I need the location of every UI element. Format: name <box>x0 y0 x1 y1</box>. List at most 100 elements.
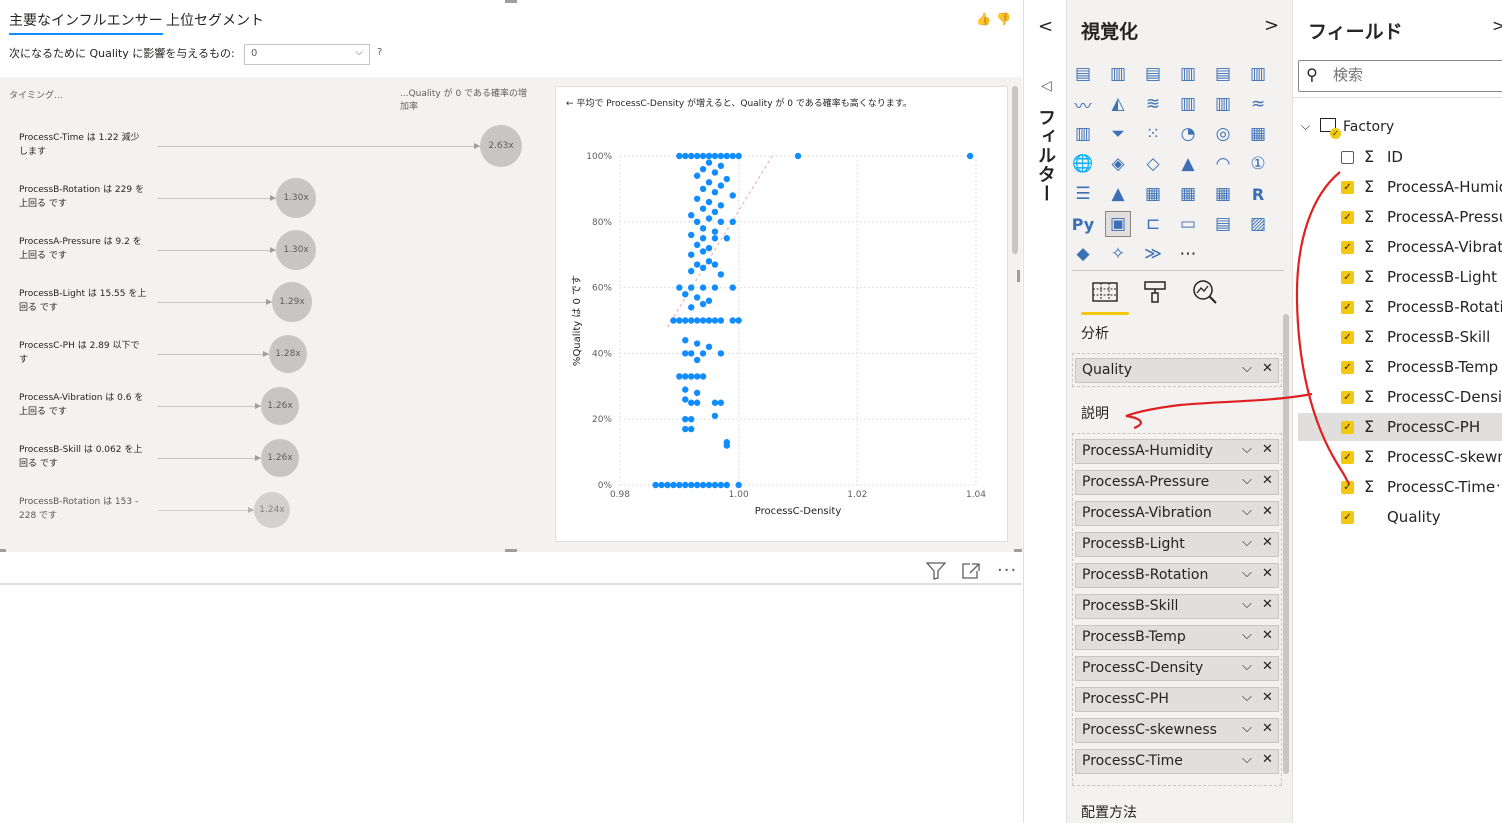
field-checkbox[interactable]: ✓ <box>1341 361 1354 374</box>
slicer-icon[interactable]: ▦ <box>1141 182 1165 206</box>
influencer-row[interactable]: ProcessB-Light は 15.55 を上回る です 1.29x <box>0 276 550 328</box>
map-icon[interactable]: 🌐 <box>1071 152 1095 176</box>
explain-field-item[interactable]: ProcessC-Density ⌵ ✕ <box>1075 656 1279 681</box>
influencer-row[interactable]: ProcessC-Time は 1.22 減少します 2.63x <box>0 120 550 172</box>
help-icon[interactable]: ? <box>377 47 382 58</box>
matrix-icon[interactable]: ▦ <box>1211 182 1235 206</box>
influencer-row[interactable]: ProcessA-Pressure は 9.2 を上回る です 1.30x <box>0 224 550 276</box>
table-name[interactable]: Factory <box>1343 119 1394 135</box>
like-icon[interactable]: 👍 <box>976 12 991 26</box>
decomposition-tree-icon[interactable]: ⊏ <box>1141 212 1165 236</box>
filter-icon[interactable] <box>925 562 947 584</box>
chevron-right-icon[interactable]: > <box>1492 16 1502 35</box>
smart-narrative-icon[interactable]: ▨ <box>1246 212 1270 236</box>
resize-handle[interactable] <box>505 549 517 552</box>
more-options-icon[interactable]: ··· <box>997 560 1017 581</box>
chevron-down-icon[interactable]: ⌵ <box>1242 535 1252 550</box>
shape-map-icon[interactable]: ◇ <box>1141 152 1165 176</box>
gauge-icon[interactable]: ◠ <box>1211 152 1235 176</box>
field-checkbox[interactable]: ✓ <box>1341 511 1354 524</box>
analyze-field-item[interactable]: Quality ⌵ ✕ <box>1075 358 1279 383</box>
chevron-down-icon[interactable]: ⌵ <box>1242 597 1252 612</box>
treemap-icon[interactable]: ▦ <box>1246 122 1270 146</box>
explain-field-item[interactable]: ProcessB-Skill ⌵ ✕ <box>1075 594 1279 619</box>
influencer-row[interactable]: ProcessB-Rotation は 153 - 228 です 1.24x <box>0 484 550 536</box>
explain-field-item[interactable]: ProcessC-PH ⌵ ✕ <box>1075 687 1279 712</box>
close-icon[interactable]: ✕ <box>1262 442 1273 457</box>
explain-field-item[interactable]: ProcessC-skewness ⌵ ✕ <box>1075 718 1279 743</box>
close-icon[interactable]: ✕ <box>1262 721 1273 736</box>
field-checkbox[interactable]: ✓ <box>1341 241 1354 254</box>
close-icon[interactable]: ✕ <box>1262 535 1273 550</box>
dislike-icon[interactable]: 👎 <box>996 12 1011 26</box>
focus-mode-icon[interactable] <box>961 562 981 584</box>
clustered-column-icon[interactable]: ▥ <box>1176 62 1200 86</box>
resize-handle[interactable] <box>1014 549 1022 552</box>
field-checkbox[interactable]: ✓ <box>1341 271 1354 284</box>
explain-field-item[interactable]: ProcessA-Vibration ⌵ ✕ <box>1075 501 1279 526</box>
influencer-row[interactable]: ProcessB-Skill は 0.062 を上回る です 1.26x <box>0 432 550 484</box>
influencer-row[interactable]: ProcessA-Vibration は 0.6 を上回る です 1.26x <box>0 380 550 432</box>
donut-icon[interactable]: ◎ <box>1211 122 1235 146</box>
close-icon[interactable]: ✕ <box>1262 597 1273 612</box>
field-checkbox[interactable]: ✓ <box>1341 301 1354 314</box>
ai-visual-icon[interactable]: ≫ <box>1141 242 1165 266</box>
tab-key-influencers[interactable]: 主要なインフルエンサー <box>9 10 163 35</box>
chevron-down-icon[interactable]: ⌵ <box>1242 504 1252 519</box>
scatter-icon[interactable]: ⁙ <box>1141 122 1165 146</box>
waterfall-icon[interactable]: ▥ <box>1071 122 1095 146</box>
line-clustered-icon[interactable]: ▥ <box>1211 92 1235 116</box>
power-automate-icon[interactable]: ✧ <box>1106 242 1130 266</box>
100pct-column-icon[interactable]: ▥ <box>1246 62 1270 86</box>
azure-map-icon[interactable]: ▲ <box>1176 152 1200 176</box>
paginated-icon[interactable]: ▤ <box>1211 212 1235 236</box>
field-checkbox[interactable]: ✓ <box>1341 331 1354 344</box>
chevron-down-icon[interactable]: ⌵ <box>1242 690 1252 705</box>
chevron-down-icon[interactable]: ⌵ <box>1242 473 1252 488</box>
100pct-bar-icon[interactable]: ▤ <box>1211 62 1235 86</box>
multirow-card-icon[interactable]: ☰ <box>1071 182 1095 206</box>
field-checkbox[interactable] <box>1341 151 1354 164</box>
field-checkbox[interactable]: ✓ <box>1341 211 1354 224</box>
field-checkbox[interactable]: ✓ <box>1341 391 1354 404</box>
filled-map-icon[interactable]: ◈ <box>1106 152 1130 176</box>
quality-value-dropdown[interactable]: 0 ⌵ <box>244 44 370 65</box>
close-icon[interactable]: ✕ <box>1262 659 1273 674</box>
kpi-icon[interactable]: ▲ <box>1106 182 1130 206</box>
line-chart-icon[interactable]: 〰 <box>1071 92 1095 117</box>
field-checkbox[interactable]: ✓ <box>1341 481 1354 494</box>
more-options-icon[interactable]: ⋯ <box>1491 476 1502 494</box>
close-icon[interactable]: ✕ <box>1262 566 1273 581</box>
chevron-down-icon[interactable]: ⌵ <box>1242 721 1252 736</box>
pie-icon[interactable]: ◔ <box>1176 122 1200 146</box>
resize-handle[interactable] <box>0 549 6 552</box>
format-tab-icon[interactable] <box>1141 278 1169 306</box>
more-icon[interactable]: ⋯ <box>1176 242 1200 266</box>
key-influencers-icon[interactable]: ▣ <box>1105 211 1131 237</box>
filters-label[interactable]: フィルター <box>1034 108 1058 203</box>
stacked-column-icon[interactable]: ▥ <box>1106 62 1130 86</box>
chevron-down-icon[interactable]: ⌵ <box>1242 752 1252 767</box>
close-icon[interactable]: ✕ <box>1262 690 1273 705</box>
chevron-down-icon[interactable]: ⌵ <box>1242 442 1252 457</box>
explain-field-item[interactable]: ProcessC-Time ⌵ ✕ <box>1075 749 1279 774</box>
search-input[interactable] <box>1333 66 1498 84</box>
influencer-row[interactable]: ProcessB-Rotation は 229 を上回る です 1.30x <box>0 172 550 224</box>
resize-handle[interactable] <box>505 0 517 3</box>
close-icon[interactable]: ✕ <box>1262 628 1273 643</box>
chevron-down-icon[interactable]: ⌵ <box>1242 659 1252 674</box>
close-icon[interactable]: ✕ <box>1262 752 1273 767</box>
explain-field-item[interactable]: ProcessA-Humidity ⌵ ✕ <box>1075 439 1279 464</box>
stacked-area-icon[interactable]: ≋ <box>1141 92 1165 116</box>
explain-field-item[interactable]: ProcessB-Rotation ⌵ ✕ <box>1075 563 1279 588</box>
powerapps-icon[interactable]: ◆ <box>1071 242 1095 266</box>
chevron-down-icon[interactable]: ⌵ <box>1242 628 1252 643</box>
line-column-icon[interactable]: ▥ <box>1176 92 1200 116</box>
pane-scrollbar[interactable] <box>1283 314 1289 774</box>
field-checkbox[interactable]: ✓ <box>1341 451 1354 464</box>
scatter-title[interactable]: ← 平均で ProcessC-Density が増えると、Quality が 0… <box>566 96 912 109</box>
clustered-bar-icon[interactable]: ▤ <box>1141 62 1165 86</box>
analytics-tab-icon[interactable] <box>1191 278 1219 306</box>
qna-icon[interactable]: ▭ <box>1176 212 1200 236</box>
python-visual-icon[interactable]: Py <box>1071 212 1095 236</box>
